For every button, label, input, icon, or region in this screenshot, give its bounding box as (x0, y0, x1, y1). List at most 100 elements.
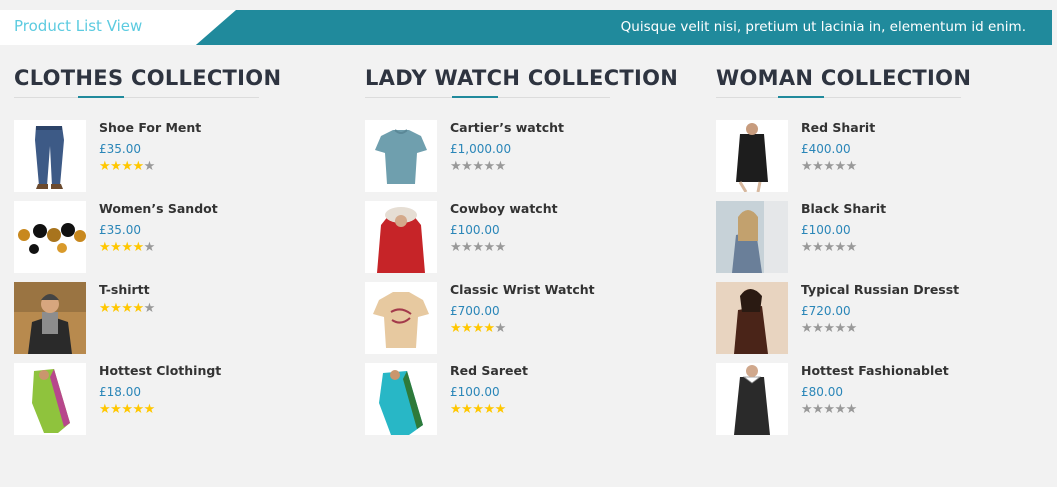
star-icon: ★ (845, 321, 858, 336)
tab-label[interactable]: Product List View (14, 17, 142, 35)
product-name-link[interactable]: Red Sareet (450, 363, 528, 378)
star-icon: ★ (472, 321, 484, 336)
star-icon: ★ (461, 321, 473, 336)
star-icon: ★ (132, 301, 144, 316)
product-image-bracelet[interactable] (14, 201, 86, 273)
star-rating: ★★★★★ (801, 241, 857, 255)
star-icon: ★ (812, 402, 824, 417)
product-name-link[interactable]: Classic Wrist Watcht (450, 282, 595, 297)
star-icon: ★ (121, 240, 133, 255)
star-icon: ★ (143, 240, 156, 255)
star-icon: ★ (121, 301, 133, 316)
product-list: Cartier’s watcht £1,000.00 ★★★★★ Cowboy wat… (365, 120, 695, 435)
product-image-cyan-saree[interactable] (365, 363, 437, 435)
star-icon: ★ (110, 301, 122, 316)
product-image-brown-top[interactable] (716, 282, 788, 354)
product-image-blue-tshirt[interactable] (365, 120, 437, 192)
product-item: Red Sharit £400.00 ★★★★★ (716, 120, 1046, 192)
star-rating: ★★★★★ (99, 403, 155, 417)
star-icon: ★ (461, 159, 473, 174)
star-icon: ★ (845, 240, 858, 255)
product-name-link[interactable]: Shoe For Ment (99, 120, 201, 135)
product-item: Red Sareet £100.00 ★★★★★ (365, 363, 695, 435)
star-icon: ★ (99, 159, 111, 174)
star-icon: ★ (132, 159, 144, 174)
product-image-green-saree[interactable] (14, 363, 86, 435)
star-icon: ★ (845, 159, 858, 174)
product-name-link[interactable]: Typical Russian Dresst (801, 282, 959, 297)
star-rating: ★★★★★ (450, 322, 506, 336)
star-icon: ★ (450, 321, 462, 336)
product-price: £100.00 (450, 385, 500, 399)
star-icon: ★ (823, 321, 835, 336)
product-item: Cartier’s watcht £1,000.00 ★★★★★ (365, 120, 695, 192)
product-item: Hottest Fashionablet £80.00 ★★★★★ (716, 363, 1046, 435)
title-accent-line (452, 96, 498, 98)
collection-lady-watch-collection: LADY WATCH COLLECTION Cartier’s watcht £1,… (365, 66, 695, 444)
star-icon: ★ (143, 402, 156, 417)
collection-clothes-collection: CLOTHES COLLECTION Shoe For Ment £35.00 ★★★… (14, 66, 344, 444)
product-list: Shoe For Ment £35.00 ★★★★★ Women’s Sandot £3… (14, 120, 344, 435)
collection-title: WOMAN COLLECTION (716, 66, 972, 90)
product-image-jeans[interactable] (14, 120, 86, 192)
title-divider (365, 96, 610, 98)
product-price: £1,000.00 (450, 142, 512, 156)
star-icon: ★ (834, 240, 846, 255)
star-icon: ★ (823, 159, 835, 174)
star-icon: ★ (845, 402, 858, 417)
product-image-beige-tshirt[interactable] (365, 282, 437, 354)
product-image-woman-photo[interactable] (716, 201, 788, 273)
star-rating: ★★★★★ (801, 160, 857, 174)
star-icon: ★ (801, 240, 813, 255)
title-accent-line (778, 96, 824, 98)
star-icon: ★ (834, 402, 846, 417)
star-icon: ★ (99, 402, 111, 417)
star-icon: ★ (812, 240, 824, 255)
product-name-link[interactable]: T-shirtt (99, 282, 150, 297)
star-icon: ★ (483, 402, 495, 417)
star-rating: ★★★★★ (450, 241, 506, 255)
product-price: £720.00 (801, 304, 851, 318)
star-icon: ★ (812, 159, 824, 174)
product-name-link[interactable]: Hottest Fashionablet (801, 363, 949, 378)
product-list-view-tab[interactable]: Product List View (0, 10, 236, 45)
product-item: T-shirtt ★★★★★ (14, 282, 344, 354)
star-icon: ★ (132, 402, 144, 417)
collection-title: CLOTHES COLLECTION (14, 66, 282, 90)
product-item: Classic Wrist Watcht £700.00 ★★★★★ (365, 282, 695, 354)
product-price: £35.00 (99, 142, 141, 156)
star-icon: ★ (483, 321, 495, 336)
product-image-black-coat[interactable] (716, 120, 788, 192)
product-name-link[interactable]: Cowboy watcht (450, 201, 558, 216)
product-name-link[interactable]: Red Sharit (801, 120, 875, 135)
star-rating: ★★★★★ (99, 160, 155, 174)
product-image-man-scarf[interactable] (14, 282, 86, 354)
product-price: £400.00 (801, 142, 851, 156)
star-icon: ★ (99, 301, 111, 316)
collection-title: LADY WATCH COLLECTION (365, 66, 679, 90)
product-name-link[interactable]: Hottest Clothingt (99, 363, 221, 378)
product-image-black-dress[interactable] (716, 363, 788, 435)
star-icon: ★ (801, 159, 813, 174)
star-icon: ★ (472, 402, 484, 417)
product-name-link[interactable]: Cartier’s watcht (450, 120, 564, 135)
product-name-link[interactable]: Black Sharit (801, 201, 886, 216)
star-icon: ★ (132, 240, 144, 255)
product-item: Cowboy watcht £100.00 ★★★★★ (365, 201, 695, 273)
star-rating: ★★★★★ (450, 160, 506, 174)
star-icon: ★ (461, 240, 473, 255)
product-image-red-jacket[interactable] (365, 201, 437, 273)
star-icon: ★ (110, 402, 122, 417)
product-price: £80.00 (801, 385, 843, 399)
star-icon: ★ (801, 321, 813, 336)
title-divider (716, 96, 961, 98)
star-icon: ★ (110, 240, 122, 255)
star-rating: ★★★★★ (99, 241, 155, 255)
star-icon: ★ (823, 240, 835, 255)
star-icon: ★ (143, 301, 156, 316)
product-price: £100.00 (450, 223, 500, 237)
product-price: £700.00 (450, 304, 500, 318)
product-name-link[interactable]: Women’s Sandot (99, 201, 218, 216)
star-rating: ★★★★★ (801, 322, 857, 336)
product-item: Shoe For Ment £35.00 ★★★★★ (14, 120, 344, 192)
